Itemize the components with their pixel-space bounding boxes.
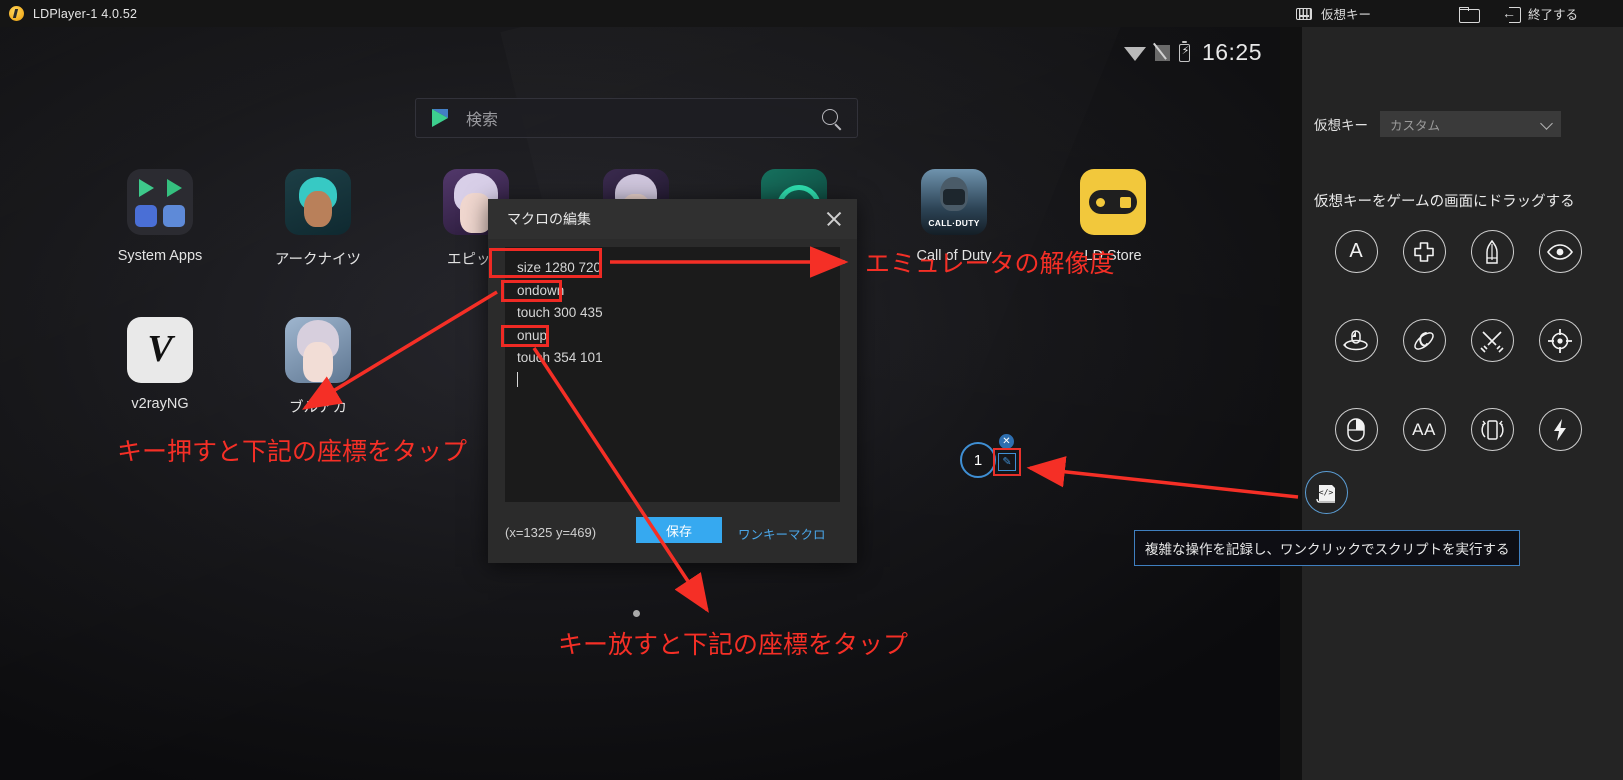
- aa-text-icon[interactable]: AA: [1402, 408, 1446, 451]
- app-label: アークナイツ: [274, 252, 362, 268]
- highlight-ondown-line: [501, 280, 562, 302]
- script-line: ondown: [517, 282, 565, 298]
- vk-slot[interactable]: AA: [1390, 408, 1458, 497]
- vk-slot[interactable]: A: [1322, 230, 1390, 319]
- annotation-keyup: キー放すと下記の座標をタップ: [558, 631, 909, 659]
- vk-slot[interactable]: [1458, 319, 1526, 408]
- dialog-save-button[interactable]: 保存: [636, 517, 722, 543]
- text-caret: [517, 370, 828, 393]
- app-icon-blue-archive[interactable]: ブルアカ: [253, 317, 383, 417]
- android-status-bar: 16:25: [1123, 39, 1262, 66]
- tooltip-text: 複雑な操作を記録し、ワンクリックでスクリプトを実行する: [1145, 542, 1510, 557]
- crosshair-icon[interactable]: [1538, 319, 1582, 362]
- search-placeholder: 検索: [466, 112, 499, 129]
- page-indicator-dot[interactable]: [633, 610, 640, 617]
- window-titlebar: LDPlayer-1 4.0.52 仮想キー 終了する: [0, 0, 1623, 27]
- cursor-coordinate-label: (x=1325 y=469): [505, 525, 597, 540]
- script-line: touch 300 435: [517, 305, 603, 320]
- vk-slot[interactable]: [1458, 408, 1526, 497]
- exit-label[interactable]: 終了する: [1528, 4, 1578, 23]
- edit-icon-highlight: [993, 448, 1021, 476]
- drag-hint-label: 仮想キーをゲームの画面にドラッグする: [1314, 194, 1575, 210]
- app-label: v2rayNG: [131, 396, 189, 412]
- chevron-down-icon: [1540, 117, 1553, 130]
- mouse-click-icon[interactable]: [1334, 408, 1378, 451]
- panel-left-strip: [1280, 27, 1302, 780]
- dialog-footer: (x=1325 y=469) 保存 ワンキーマクロ: [488, 503, 857, 563]
- dialog-title: マクロの編集: [507, 211, 591, 227]
- battery-charging-icon: [1178, 40, 1191, 62]
- virtual-key-label: 仮想キー: [1314, 118, 1368, 133]
- vk-slot[interactable]: [1390, 319, 1458, 408]
- virtual-key-dropdown[interactable]: カスタム: [1380, 111, 1561, 137]
- vk-slot[interactable]: [1390, 230, 1458, 319]
- app-label: ブルアカ: [289, 400, 347, 416]
- one-key-macro-link[interactable]: ワンキーマクロ: [738, 524, 846, 543]
- script-macro-tooltip: 複雑な操作を記録し、ワンクリックでスクリプトを実行する: [1134, 530, 1520, 566]
- crossed-swords-icon[interactable]: [1470, 319, 1514, 362]
- script-macro-slot[interactable]: </>: [1305, 471, 1349, 515]
- rotate-device-icon[interactable]: [1470, 408, 1514, 451]
- mouse-rotate-icon[interactable]: [1334, 319, 1378, 362]
- exit-icon[interactable]: [1502, 3, 1522, 23]
- v2rayng-icon: V: [127, 317, 193, 383]
- vk-slot[interactable]: [1458, 230, 1526, 319]
- virtual-key-icon-grid: A AA: [1322, 230, 1612, 497]
- script-macro-icon[interactable]: </>: [1305, 471, 1348, 514]
- virtual-key-title: 仮想キー: [1321, 8, 1372, 22]
- vk-slot[interactable]: [1526, 319, 1594, 408]
- eye-icon[interactable]: [1538, 230, 1582, 273]
- app-icon-system-apps[interactable]: System Apps: [95, 169, 225, 264]
- virtual-key-selector-row: 仮想キー カスタム: [1314, 111, 1614, 137]
- signal-off-icon: [1154, 44, 1170, 61]
- joystick-icon[interactable]: [1402, 319, 1446, 362]
- app-icon-arknights[interactable]: アークナイツ: [253, 169, 383, 269]
- highlight-onup-line: [501, 325, 549, 347]
- wifi-icon: [1123, 45, 1146, 61]
- titlebar-right-section: 仮想キー 終了する: [1280, 0, 1623, 27]
- call-of-duty-icon: CALL·DUTY: [921, 169, 987, 235]
- macro-key-delete-icon[interactable]: ✕: [999, 434, 1014, 449]
- window-title: LDPlayer-1 4.0.52: [33, 6, 138, 21]
- vk-slot[interactable]: [1526, 408, 1594, 497]
- highlight-size-line: [489, 248, 602, 278]
- folder-icon[interactable]: [1459, 6, 1481, 23]
- bullet-icon[interactable]: [1470, 230, 1514, 273]
- ld-store-icon: [1080, 169, 1146, 235]
- google-play-icon: [432, 109, 448, 127]
- key-a-label: A: [1349, 240, 1363, 262]
- clock-label: 16:25: [1201, 39, 1262, 65]
- keyboard-icon[interactable]: [1296, 7, 1312, 20]
- vk-slot[interactable]: [1322, 319, 1390, 408]
- system-apps-folder-icon: [127, 169, 193, 235]
- script-line: onup: [517, 327, 548, 343]
- lightning-icon[interactable]: [1538, 408, 1582, 451]
- aa-label: AA: [1412, 419, 1436, 439]
- play-search-bar[interactable]: 検索: [415, 98, 858, 138]
- close-icon[interactable]: [825, 210, 843, 228]
- dpad-icon[interactable]: [1402, 230, 1446, 273]
- annotation-keydown: キー押すと下記の座標をタップ: [117, 438, 468, 466]
- annotation-resolution: エミュレータの解像度: [865, 250, 1115, 278]
- virtual-key-panel: 仮想キー カスタム 仮想キーをゲームの画面にドラッグする A AA: [1280, 27, 1623, 780]
- vk-slot[interactable]: [1526, 230, 1594, 319]
- arknights-icon: [285, 169, 351, 235]
- blue-archive-icon: [285, 317, 351, 383]
- dialog-header: マクロの編集: [488, 199, 857, 239]
- ldplayer-logo-icon: [9, 6, 24, 21]
- macro-key-number[interactable]: 1: [960, 442, 996, 478]
- app-label: System Apps: [117, 248, 203, 264]
- key-a-icon[interactable]: A: [1334, 230, 1378, 273]
- search-icon[interactable]: [822, 109, 838, 125]
- placed-macro-key[interactable]: 1 ✕ ✎: [960, 434, 1021, 484]
- svg-text:</>: </>: [1318, 488, 1333, 497]
- script-line: touch 354 101: [517, 350, 603, 365]
- app-icon-v2rayng[interactable]: V v2rayNG: [95, 317, 225, 412]
- virtual-key-selected-value: カスタム: [1390, 118, 1441, 133]
